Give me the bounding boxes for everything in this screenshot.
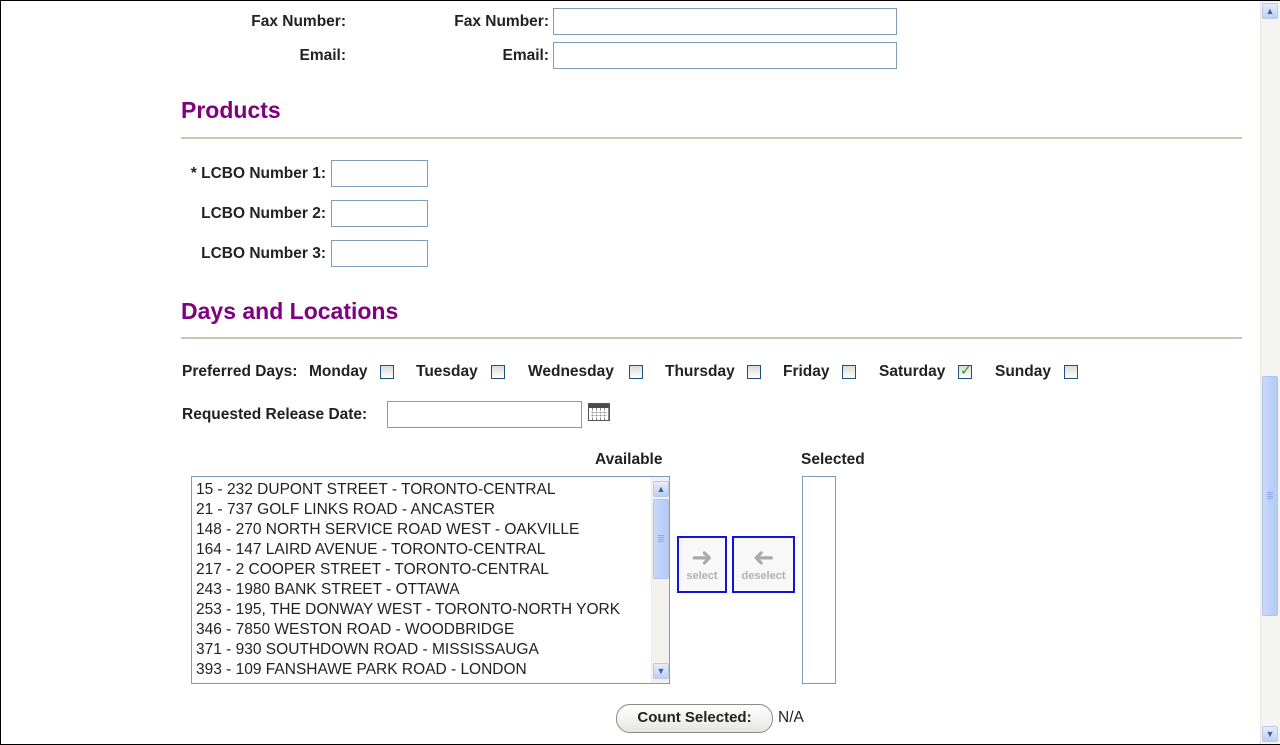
list-item[interactable]: 217 - 2 COOPER STREET - TORONTO-CENTRAL [192, 560, 651, 580]
checkbox-saturday[interactable] [958, 362, 972, 379]
release-date-label: Requested Release Date: [182, 406, 368, 423]
products-heading: Products [181, 97, 281, 123]
list-item[interactable]: 253 - 195, THE DONWAY WEST - TORONTO-NOR… [192, 600, 651, 620]
lcbo-number-3-label: LCBO Number 3: [201, 245, 326, 262]
page-scroll-up-icon[interactable]: ▲ [1262, 3, 1278, 19]
arrow-left-icon: ➜ [752, 542, 775, 572]
calendar-icon[interactable] [588, 403, 610, 421]
day-label-saturday: Saturday [879, 363, 946, 380]
list-item[interactable]: 243 - 1980 BANK STREET - OTTAWA [192, 580, 651, 600]
fax-number-field[interactable] [553, 8, 897, 35]
products-divider [181, 137, 1242, 139]
checkbox-wednesday[interactable] [629, 365, 643, 379]
email-field[interactable] [553, 42, 897, 69]
arrow-right-icon: ➜ [691, 542, 713, 572]
lcbo-number-2-label: LCBO Number 2: [201, 205, 326, 222]
count-value: N/A [778, 709, 804, 726]
available-locations-list[interactable]: 15 - 232 DUPONT STREET - TORONTO-CENTRAL… [191, 476, 670, 684]
page-scroll-down-icon[interactable]: ▼ [1262, 726, 1278, 742]
checkbox-sunday[interactable] [1064, 365, 1078, 379]
list-item[interactable]: 371 - 930 SOUTHDOWN ROAD - MISSISSAUGA [192, 640, 651, 660]
select-button[interactable]: ➜ select [677, 536, 727, 593]
days-locations-divider [181, 337, 1242, 339]
lcbo-number-2-field[interactable] [331, 200, 428, 227]
list-item[interactable]: 21 - 737 GOLF LINKS ROAD - ANCASTER [192, 500, 651, 520]
day-label-sunday: Sunday [995, 363, 1051, 380]
fax-number-label-right: Fax Number: [454, 13, 549, 30]
list-item[interactable]: 164 - 147 LAIRD AVENUE - TORONTO-CENTRAL [192, 540, 651, 560]
checkbox-thursday[interactable] [747, 365, 761, 379]
select-button-label: select [686, 570, 718, 582]
days-locations-heading: Days and Locations [181, 298, 399, 324]
selected-label: Selected [801, 451, 865, 468]
fax-number-label-left: Fax Number: [251, 13, 346, 30]
available-label: Available [595, 451, 663, 468]
checkbox-friday[interactable] [842, 365, 856, 379]
browser-page: Fax Number: Fax Number: Email: Email: Pr… [0, 0, 1280, 745]
email-label-right: Email: [502, 47, 549, 64]
lcbo-number-3-field[interactable] [331, 240, 428, 267]
deselect-button[interactable]: ➜ deselect [732, 536, 795, 593]
page-scrollbar-thumb[interactable] [1262, 376, 1278, 616]
lcbo-number-1-label: * LCBO Number 1: [190, 165, 326, 182]
scrollbar-thumb[interactable] [653, 499, 669, 579]
day-label-monday: Monday [309, 363, 368, 380]
list-item[interactable]: 15 - 232 DUPONT STREET - TORONTO-CENTRAL [192, 480, 651, 500]
list-item[interactable]: 148 - 270 NORTH SERVICE ROAD WEST - OAKV… [192, 520, 651, 540]
checkbox-monday[interactable] [380, 365, 394, 379]
available-list-scrollbar[interactable]: ▲ ▼ [651, 477, 669, 683]
selected-locations-list[interactable] [802, 476, 836, 684]
count-selected-button[interactable]: Count Selected: [616, 704, 773, 733]
day-label-tuesday: Tuesday [416, 363, 478, 380]
scroll-up-icon[interactable]: ▲ [653, 481, 669, 497]
available-options: 15 - 232 DUPONT STREET - TORONTO-CENTRAL… [192, 480, 651, 680]
day-label-friday: Friday [783, 363, 830, 380]
email-label-left: Email: [299, 47, 346, 64]
lcbo-number-1-field[interactable] [331, 160, 428, 187]
release-date-field[interactable] [387, 401, 582, 428]
day-label-thursday: Thursday [665, 363, 735, 380]
scroll-down-icon[interactable]: ▼ [653, 663, 669, 679]
list-item[interactable]: 393 - 109 FANSHAWE PARK ROAD - LONDON [192, 660, 651, 680]
preferred-days-label: Preferred Days: [182, 363, 298, 380]
page-scrollbar[interactable]: ▲ ▼ [1260, 1, 1280, 744]
checkbox-tuesday[interactable] [491, 365, 505, 379]
day-label-wednesday: Wednesday [528, 363, 614, 380]
list-item[interactable]: 346 - 7850 WESTON ROAD - WOODBRIDGE [192, 620, 651, 640]
